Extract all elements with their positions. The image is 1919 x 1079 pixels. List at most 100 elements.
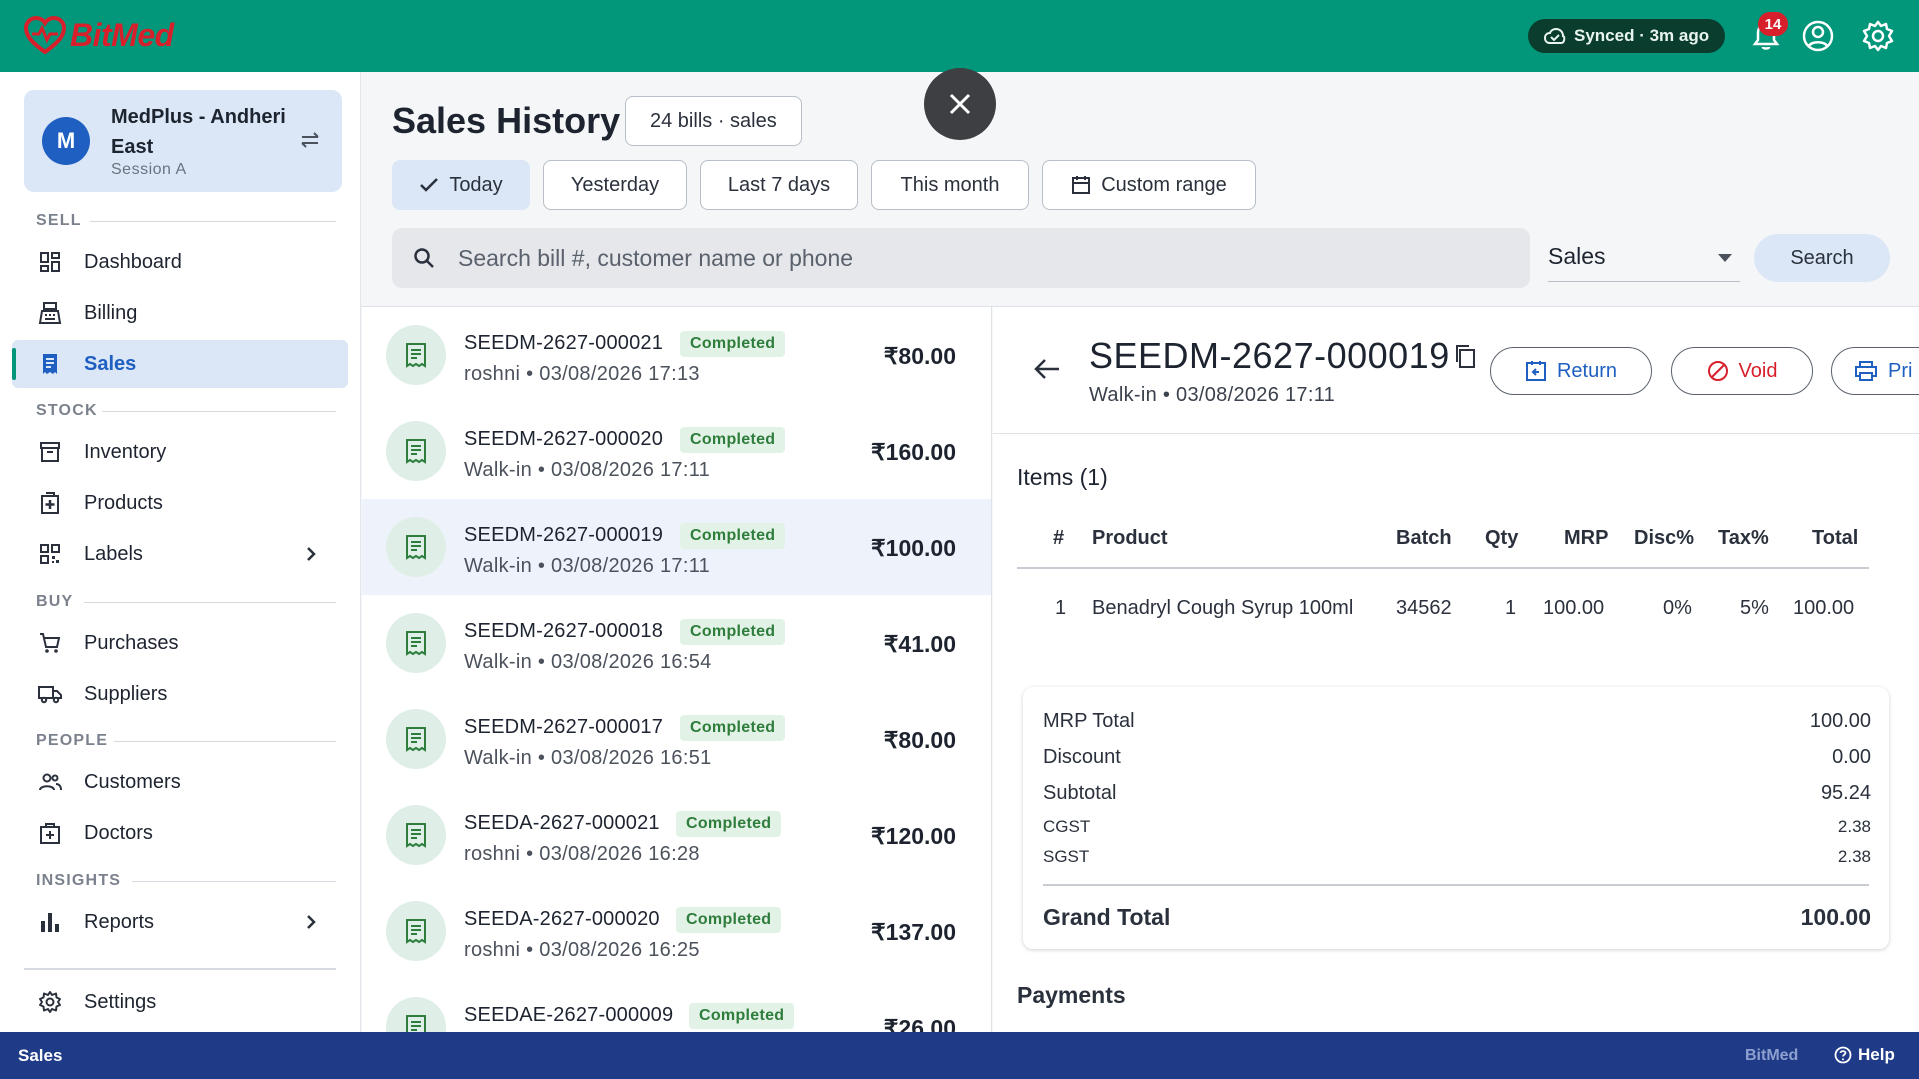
sidebar-item-label: Settings	[84, 990, 157, 1013]
calendar-icon	[1072, 176, 1091, 194]
sidebar-item-sales[interactable]: Sales	[12, 340, 348, 388]
chevron-right-icon	[307, 915, 316, 929]
search-input[interactable]	[458, 242, 1498, 274]
block-icon	[1707, 361, 1728, 381]
status-badge: Completed	[680, 715, 786, 741]
footer-brand: BitMed	[1745, 1047, 1799, 1064]
store-switcher[interactable]: M MedPlus - Andheri East Session A	[24, 90, 342, 192]
cgst-value: 2.38	[1837, 817, 1871, 836]
bill-row[interactable]: SEEDAE-2627-000009 Completed ₹26.00	[362, 979, 991, 1032]
bill-row[interactable]: SEEDM-2627-000018 Completed Walk-in • 03…	[362, 595, 991, 691]
sidebar-item-suppliers[interactable]: Suppliers	[12, 670, 348, 718]
return-button[interactable]: Return	[1490, 347, 1652, 395]
detail-bill-number: SEEDM-2627-000019	[1089, 335, 1450, 376]
sgst-label: SGST	[1043, 847, 1090, 866]
store-session: Session A	[111, 161, 187, 178]
copy-icon[interactable]	[1453, 343, 1477, 369]
bill-meta: Walk-in • 03/08/2026 17:11	[464, 459, 711, 481]
sidebar-item-label: Suppliers	[84, 682, 168, 705]
bill-row[interactable]: SEEDA-2627-000021 Completed roshni • 03/…	[362, 787, 991, 883]
sidebar-item-label: Dashboard	[84, 250, 182, 273]
sidebar-item-purchases[interactable]: Purchases	[12, 619, 348, 667]
column-header-batch: Batch	[1396, 527, 1452, 549]
bill-amount: ₹80.00	[883, 727, 956, 753]
bill-amount: ₹80.00	[883, 343, 956, 369]
current-section: Sales	[18, 1046, 63, 1065]
app-logo[interactable]: BitMed	[24, 16, 174, 54]
filter-custom-range[interactable]: Custom range	[1042, 160, 1256, 210]
bill-amount: ₹137.00	[871, 919, 956, 945]
sidebar-item-reports[interactable]: Reports	[12, 898, 348, 946]
totals-divider	[1043, 884, 1869, 886]
mrp-total-label: MRP Total	[1043, 710, 1135, 732]
arrow-back-icon[interactable]	[1033, 357, 1061, 381]
settings-button[interactable]	[1860, 18, 1896, 54]
close-button[interactable]	[924, 68, 996, 140]
bill-row[interactable]: SEEDM-2627-000017 Completed Walk-in • 03…	[362, 691, 991, 787]
sidebar-item-customers[interactable]: Customers	[12, 758, 348, 806]
section-buy: BUY	[36, 593, 336, 611]
bill-detail-panel: SEEDM-2627-000019 Walk-in • 03/08/2026 1…	[993, 307, 1919, 1032]
type-select-value: Sales	[1548, 243, 1606, 269]
section-insights: INSIGHTS	[36, 872, 336, 890]
item-product: Benadryl Cough Syrup 100ml	[1092, 597, 1354, 619]
bill-number: SEEDA-2627-000021	[464, 812, 660, 834]
void-button[interactable]: Void	[1671, 347, 1813, 395]
cash-register-icon	[38, 302, 62, 324]
sidebar-item-dashboard[interactable]: Dashboard	[12, 238, 348, 286]
receipt-icon	[386, 421, 446, 481]
filter-label: Last 7 days	[727, 173, 831, 196]
account-button[interactable]	[1800, 18, 1836, 54]
bill-row[interactable]: SEEDA-2627-000020 Completed roshni • 03/…	[362, 883, 991, 979]
swap-icon[interactable]	[298, 130, 322, 150]
sidebar-item-inventory[interactable]: Inventory	[12, 428, 348, 476]
bill-number: SEEDA-2627-000020	[464, 908, 660, 930]
cloud-check-icon	[1544, 28, 1566, 44]
bill-meta: roshni • 03/08/2026 17:13	[464, 363, 700, 385]
help-button[interactable]: Help	[1834, 1045, 1895, 1065]
bill-number: SEEDM-2627-000021	[464, 332, 664, 354]
discount-value: 0.00	[1832, 746, 1871, 768]
filter-last-7-days[interactable]: Last 7 days	[700, 160, 858, 210]
receipt-icon	[386, 805, 446, 865]
notification-badge: 14	[1758, 12, 1788, 36]
bill-number: SEEDM-2627-000017	[464, 716, 664, 738]
sidebar-item-label: Reports	[84, 910, 155, 933]
bill-row[interactable]: SEEDM-2627-000021 Completed roshni • 03/…	[362, 307, 991, 403]
medical-kit-icon	[40, 823, 60, 844]
filter-yesterday[interactable]: Yesterday	[543, 160, 687, 210]
cgst-label: CGST	[1043, 817, 1091, 836]
bill-meta: roshni • 03/08/2026 16:25	[464, 939, 700, 961]
receipt-icon	[386, 901, 446, 961]
status-badge: Completed	[680, 523, 786, 549]
caret-down-icon	[1718, 254, 1732, 262]
bill-row[interactable]: SEEDM-2627-000020 Completed Walk-in • 03…	[362, 403, 991, 499]
detail-divider	[993, 433, 1919, 434]
payments-title: Payments	[1017, 982, 1126, 1008]
subtotal-value: 95.24	[1820, 782, 1871, 804]
item-tax: 5%	[1740, 597, 1769, 619]
sidebar-item-label: Sales	[84, 352, 137, 375]
bill-meta: Walk-in • 03/08/2026 16:51	[464, 747, 712, 769]
bill-number: SEEDM-2627-000019	[464, 524, 664, 546]
bill-number: SEEDM-2627-000018	[464, 620, 664, 642]
status-badge: Completed	[676, 907, 782, 933]
type-select[interactable]: Sales	[1548, 232, 1740, 282]
bill-amount: ₹120.00	[871, 823, 956, 849]
receipt-icon	[386, 709, 446, 769]
sidebar-item-labels[interactable]: Labels	[12, 530, 348, 578]
print-button[interactable]: Pri	[1831, 347, 1919, 395]
search-button[interactable]: Search	[1754, 234, 1890, 282]
receipt-icon	[386, 517, 446, 577]
filter-this-month[interactable]: This month	[871, 160, 1029, 210]
filter-today[interactable]: Today	[392, 160, 530, 210]
sidebar-item-settings[interactable]: Settings	[12, 978, 348, 1026]
sidebar-item-products[interactable]: Products	[12, 479, 348, 527]
sidebar-item-billing[interactable]: Billing	[12, 289, 348, 337]
bill-row[interactable]: SEEDM-2627-000019 Completed Walk-in • 03…	[362, 499, 991, 595]
printer-icon	[1855, 361, 1877, 381]
search-bar	[392, 228, 1530, 288]
sidebar-item-doctors[interactable]: Doctors	[12, 809, 348, 857]
receipt-icon	[43, 354, 57, 374]
sync-status[interactable]: Synced · 3m ago	[1528, 19, 1726, 53]
